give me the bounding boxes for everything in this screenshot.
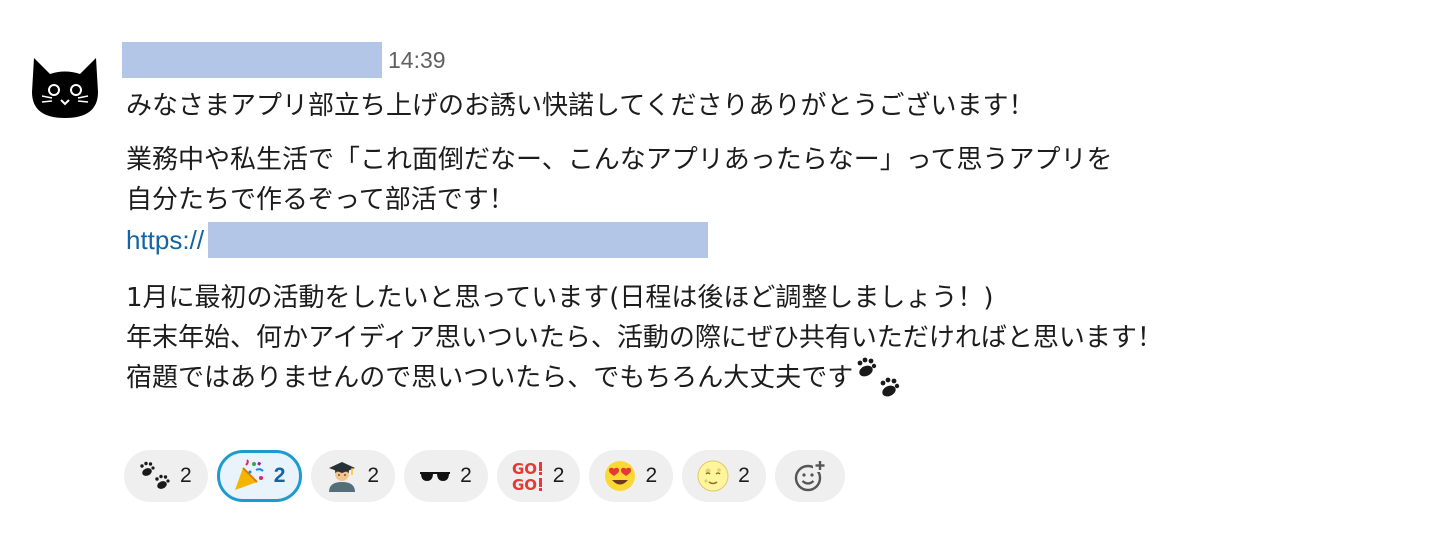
message-line: 自分たちで作るぞって部活です！ [126, 185, 515, 215]
message-body: みなさまアプリ部立ち上げのお誘い快諾してくださりありがとうございます！ 業務中や… [126, 86, 1416, 398]
go-go-icon: GO GO [512, 460, 542, 493]
message-line: 年末年始、何かアイディア思いついたら、活動の際にぜひ共有いただければと思います！ [126, 323, 1163, 353]
message-line: 1月に最初の活動をしたいと思っています(日程は後ほど調整しましょう！) [126, 283, 994, 313]
avatar[interactable] [28, 52, 102, 122]
link-line: https:// [126, 220, 1416, 260]
full-moon-face-icon [697, 460, 729, 492]
paw-prints-icon [857, 357, 900, 397]
svg-text:GO: GO [512, 476, 537, 493]
reaction-sunglasses[interactable]: 2 [404, 450, 488, 502]
author-name[interactable] [122, 42, 382, 78]
reaction-student[interactable]: 2 [311, 450, 396, 502]
reaction-count: 2 [460, 464, 472, 487]
timestamp[interactable]: 14:39 [388, 47, 446, 74]
sunglasses-icon [420, 472, 451, 481]
reaction-count: 2 [367, 464, 380, 487]
reaction-count: 2 [552, 464, 565, 487]
message-header: 14:39 [122, 40, 446, 80]
message-line: みなさまアプリ部立ち上げのお誘い快諾してくださりありがとうございます！ [126, 91, 1035, 121]
message-line-text: 宿題ではありませんので思いついたら、でもちろん大丈夫です [126, 363, 854, 393]
reaction-full-moon-face[interactable]: 2 [682, 450, 766, 502]
paw-prints-icon [140, 461, 170, 489]
heart-eyes-icon [605, 461, 636, 491]
reaction-count: 2 [273, 464, 286, 487]
reaction-heart-eyes[interactable]: 2 [589, 450, 674, 502]
redacted-url[interactable] [208, 222, 709, 258]
reaction-count: 2 [180, 464, 192, 487]
reaction-count: 2 [738, 464, 750, 487]
reactions-bar: 2 2 2 2 GO GO 2 2 2 [124, 450, 845, 502]
reaction-go-go[interactable]: GO GO 2 [496, 450, 581, 502]
message-link[interactable]: https:// [126, 220, 204, 260]
message-line: 業務中や私生活で「これ面倒だなー、こんなアプリあったらなー」って思うアプリを [126, 145, 1113, 175]
add-emoji-icon [794, 460, 827, 492]
party-popper-icon [234, 459, 264, 490]
add-reaction-button[interactable] [774, 450, 845, 502]
reaction-paw-prints[interactable]: 2 [124, 450, 208, 502]
student-icon [329, 462, 356, 492]
reaction-party-popper[interactable]: 2 [216, 450, 303, 502]
message-line-last: 宿題ではありませんので思いついたら、でもちろん大丈夫です [126, 357, 1416, 398]
chat-message: 14:39 みなさまアプリ部立ち上げのお誘い快諾してくださりありがとうございます… [0, 0, 1440, 553]
reaction-count: 2 [645, 464, 658, 487]
